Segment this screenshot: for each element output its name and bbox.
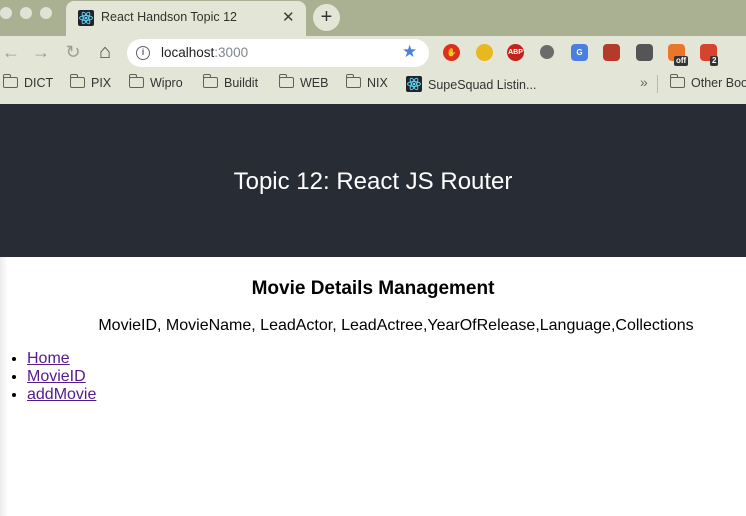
folder-icon: [129, 74, 144, 88]
bookmark-label: Buildit: [224, 76, 259, 90]
tab-title: React Handson Topic 12: [101, 10, 237, 24]
tab-close-icon[interactable]: ✕: [282, 8, 295, 26]
nav-item-addmovie: addMovie: [27, 386, 96, 404]
record-icon[interactable]: [540, 45, 554, 59]
todoist-badge: 2: [710, 56, 719, 66]
browser-tab[interactable]: React Handson Topic 12 ✕: [66, 1, 306, 36]
info-icon[interactable]: i: [136, 46, 150, 60]
bookmark-label: DICT: [24, 76, 54, 90]
bookmark-label: Wipro: [150, 76, 183, 90]
nav-item-home: Home: [27, 350, 96, 368]
folder-icon: [346, 74, 361, 88]
bookmark-dict[interactable]: DICT: [3, 74, 54, 92]
add-movie-link[interactable]: addMovie: [27, 386, 96, 403]
bookmark-nix[interactable]: NIX: [346, 74, 388, 92]
browser-toolbar: ← → ↻ ⌂ i localhost:3000 ★ ✋ ABP G off 2: [0, 36, 746, 70]
reload-icon[interactable]: ↻: [62, 43, 84, 63]
adblock-hand-icon[interactable]: ✋: [443, 44, 460, 61]
bookmark-star-icon[interactable]: ★: [402, 42, 417, 62]
route-nav: Home MovieID addMovie: [27, 350, 96, 404]
bookmarks-divider: [657, 75, 658, 93]
nav-item-movieid: MovieID: [27, 368, 96, 386]
url-host: localhost: [161, 45, 215, 60]
folder-icon: [70, 74, 85, 88]
home-icon[interactable]: ⌂: [94, 42, 116, 63]
bookmarks-overflow-icon[interactable]: »: [640, 74, 648, 90]
folder-icon: [3, 74, 18, 88]
off-badge: off: [674, 56, 689, 66]
tile-icon[interactable]: [603, 44, 620, 61]
bookmark-buildit[interactable]: Buildit: [203, 74, 259, 92]
bookmark-label: WEB: [300, 76, 329, 90]
minimize-window-button[interactable]: [20, 7, 32, 19]
back-icon[interactable]: ←: [0, 43, 22, 63]
react-logo-icon: [78, 10, 94, 26]
other-bookmarks[interactable]: Other Boo: [670, 74, 746, 92]
react-logo-icon: [406, 76, 422, 92]
url-text: localhost:3000: [161, 45, 248, 60]
folder-icon: [670, 74, 685, 88]
browser-chrome: React Handson Topic 12 ✕ + ← → ↻ ⌂ i loc…: [0, 0, 746, 104]
bookmark-wipro[interactable]: Wipro: [129, 74, 183, 92]
bookmark-label: SupeSquad Listin...: [428, 78, 537, 92]
folder-icon: [279, 74, 294, 88]
abp-icon[interactable]: ABP: [507, 44, 524, 61]
page-title: Movie Details Management: [251, 278, 495, 299]
other-bookmarks-label: Other Boo: [691, 76, 746, 90]
address-bar[interactable]: i localhost:3000 ★: [127, 39, 429, 67]
bookmark-supesquad[interactable]: SupeSquad Listin...: [406, 76, 536, 92]
home-link[interactable]: Home: [27, 350, 70, 367]
app-header: Topic 12: React JS Router: [0, 104, 746, 257]
new-tab-button[interactable]: +: [313, 4, 340, 31]
movieid-link[interactable]: MovieID: [27, 368, 86, 385]
bookmark-label: NIX: [367, 76, 388, 90]
translate-icon[interactable]: G: [571, 44, 588, 61]
bee-icon[interactable]: [476, 44, 493, 61]
header-title: Topic 12: React JS Router: [233, 168, 513, 195]
title-bar: React Handson Topic 12 ✕ +: [0, 0, 746, 36]
close-window-button[interactable]: [0, 7, 12, 19]
movie-fields-text: MovieID, MovieName, LeadActor, LeadActre…: [98, 317, 694, 334]
url-port: :3000: [214, 45, 249, 60]
bulb-icon[interactable]: [636, 44, 653, 61]
bookmark-label: PIX: [91, 76, 112, 90]
bookmark-pix[interactable]: PIX: [70, 74, 112, 92]
maximize-window-button[interactable]: [40, 7, 52, 19]
bookmarks-bar: DICT PIX Wipro Buildit WEB NIX SupeSquad…: [0, 70, 746, 98]
folder-icon: [203, 74, 218, 88]
forward-icon[interactable]: →: [30, 43, 52, 63]
bookmark-web[interactable]: WEB: [279, 74, 329, 92]
